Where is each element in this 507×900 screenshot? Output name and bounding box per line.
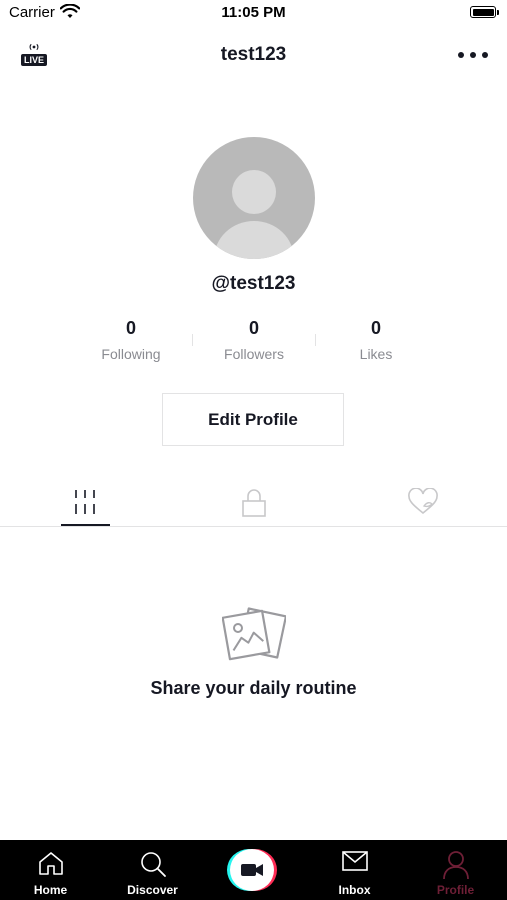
followers-label: Followers — [224, 346, 284, 362]
followers-count: 0 — [248, 318, 259, 338]
following-label: Following — [101, 346, 161, 362]
edit-profile-button[interactable]: Edit Profile — [162, 393, 344, 446]
nav-profile-label: Profile — [436, 883, 475, 897]
tab-liked[interactable] — [338, 480, 507, 526]
likes-count: 0 — [370, 318, 381, 338]
mail-icon — [341, 851, 368, 871]
nav-home[interactable]: Home — [0, 840, 101, 900]
nav-discover-label: Discover — [127, 883, 178, 897]
nav-inbox-label: Inbox — [338, 883, 371, 897]
avatar[interactable] — [193, 137, 315, 259]
likes-stat[interactable]: 0 Likes — [315, 316, 437, 362]
bottom-nav: Home Discover Inbox Profile — [0, 840, 507, 900]
tabs-divider — [0, 526, 507, 527]
liked-heart-icon — [407, 488, 438, 515]
page-title: test123 — [220, 44, 287, 65]
home-icon — [38, 852, 63, 875]
create-video-button[interactable] — [230, 849, 274, 891]
nav-inbox[interactable]: Inbox — [304, 840, 405, 900]
lock-icon — [241, 489, 266, 517]
nav-home-label: Home — [33, 883, 68, 897]
search-icon — [140, 852, 166, 877]
tab-videos[interactable] — [0, 480, 169, 526]
more-options-button[interactable] — [455, 46, 491, 64]
profile-handle: @test123 — [211, 273, 296, 294]
video-camera-icon — [241, 864, 263, 876]
nav-discover[interactable]: Discover — [102, 840, 203, 900]
following-stat[interactable]: 0 Following — [70, 316, 192, 362]
nav-profile[interactable]: Profile — [405, 840, 506, 900]
default-avatar-icon — [214, 170, 294, 259]
empty-state-message: Share your daily routine — [150, 678, 357, 698]
status-time: 11:05 PM — [221, 4, 286, 21]
person-icon — [442, 851, 469, 880]
photos-icon — [221, 606, 288, 662]
likes-label: Likes — [359, 346, 393, 362]
followers-stat[interactable]: 0 Followers — [193, 316, 315, 362]
videos-grid-icon — [74, 490, 95, 514]
following-count: 0 — [125, 318, 136, 338]
tab-private[interactable] — [169, 480, 338, 526]
battery-icon — [470, 6, 499, 18]
more-dots-icon — [458, 52, 488, 58]
